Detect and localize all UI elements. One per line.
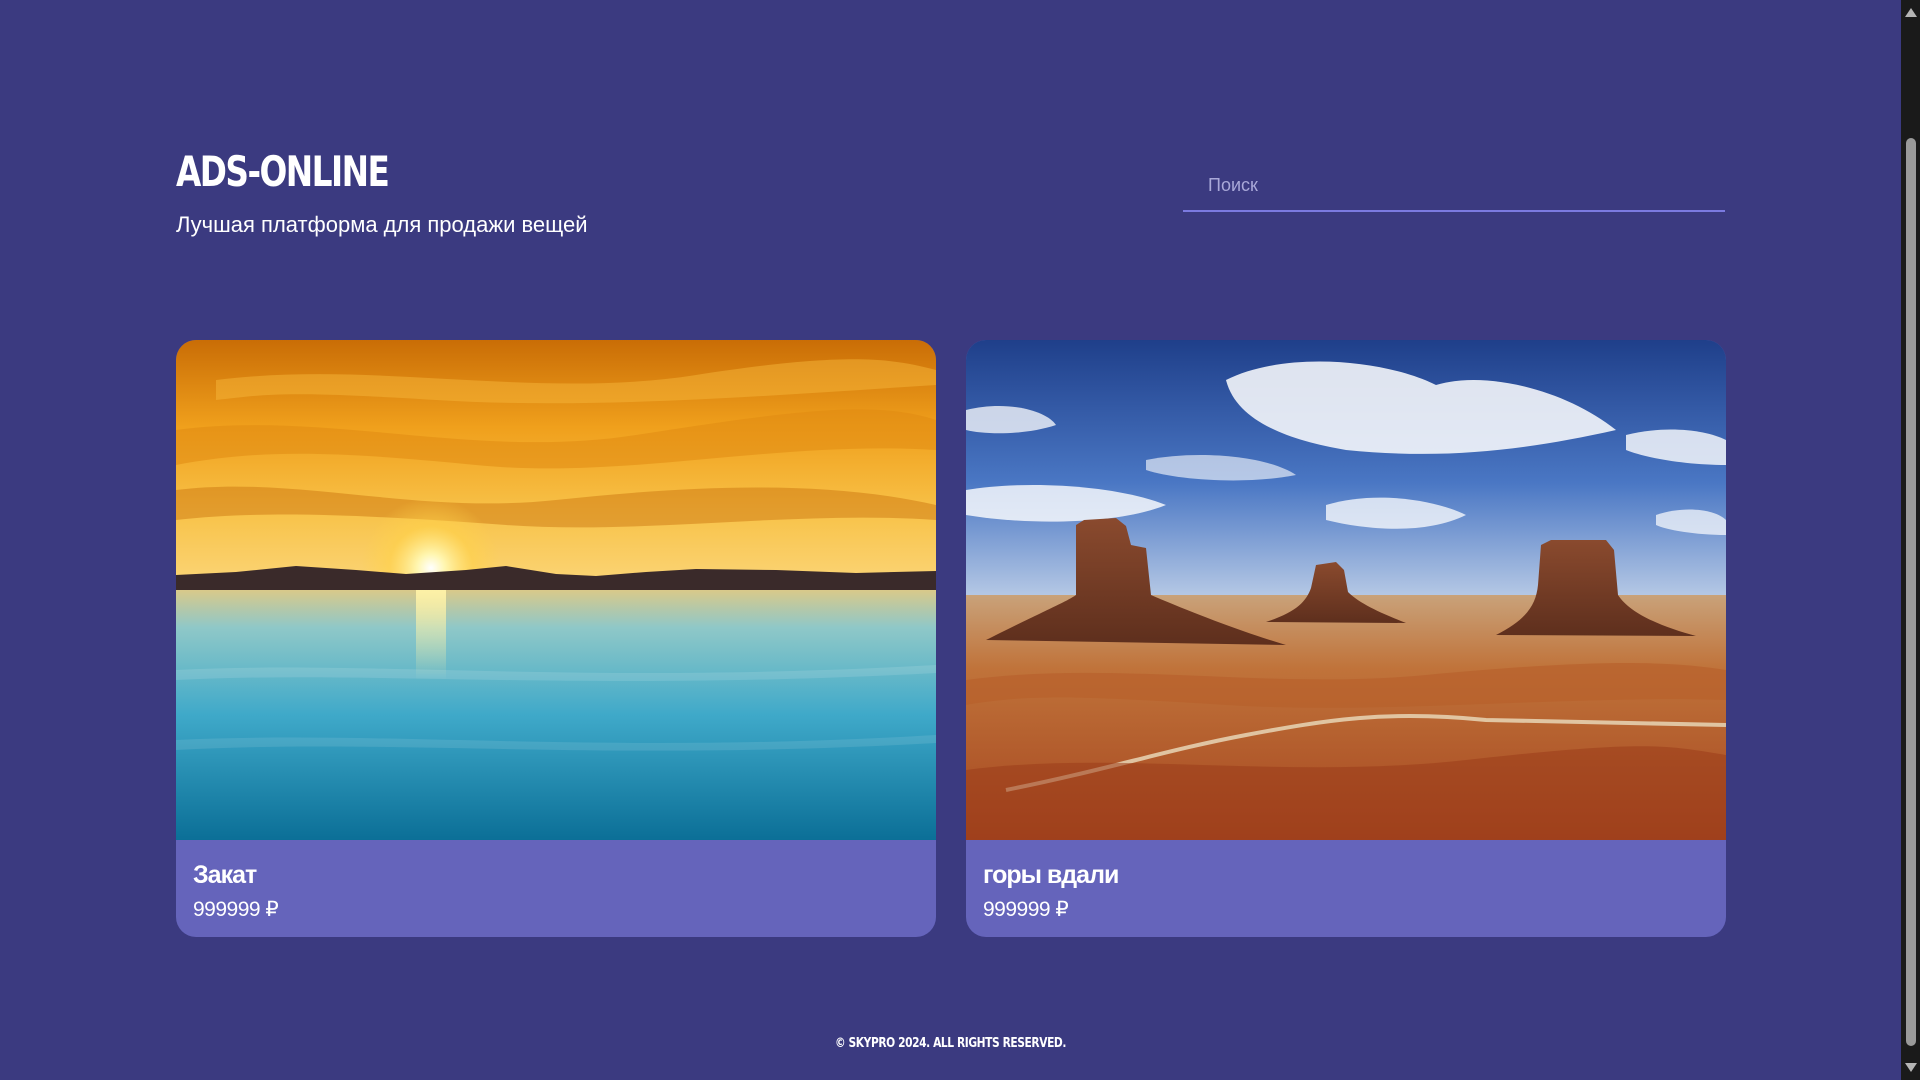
ad-card-price: 999999 ₽ (983, 898, 1069, 921)
ad-card[interactable]: горы вдали 999999 ₽ (966, 340, 1726, 937)
search-container (1183, 160, 1725, 212)
brand-logo-title[interactable]: ADS-ONLINE (176, 146, 390, 198)
ad-card[interactable]: Закат 999999 ₽ (176, 340, 936, 937)
page: ADS-ONLINE Лучшая платформа для продажи … (0, 0, 1901, 1080)
ad-card-title[interactable]: Закат (193, 858, 257, 892)
brand-subtitle: Лучшая платформа для продажи вещей (176, 212, 588, 237)
search-input[interactable] (1183, 160, 1725, 210)
scrollbar-thumb[interactable] (1906, 138, 1916, 1046)
footer-copyright: © SKYPRO 2024. ALL RIGHTS RESERVED. (834, 1036, 1067, 1051)
ad-card-price: 999999 ₽ (193, 898, 279, 921)
ad-card-image-desert[interactable] (966, 340, 1726, 840)
scroll-up-arrow-icon[interactable] (1905, 8, 1917, 17)
scroll-down-arrow-icon[interactable] (1905, 1063, 1917, 1072)
ad-card-image-sunset[interactable] (176, 340, 936, 840)
vertical-scrollbar[interactable] (1901, 0, 1920, 1080)
ad-card-title[interactable]: горы вдали (983, 858, 1119, 892)
